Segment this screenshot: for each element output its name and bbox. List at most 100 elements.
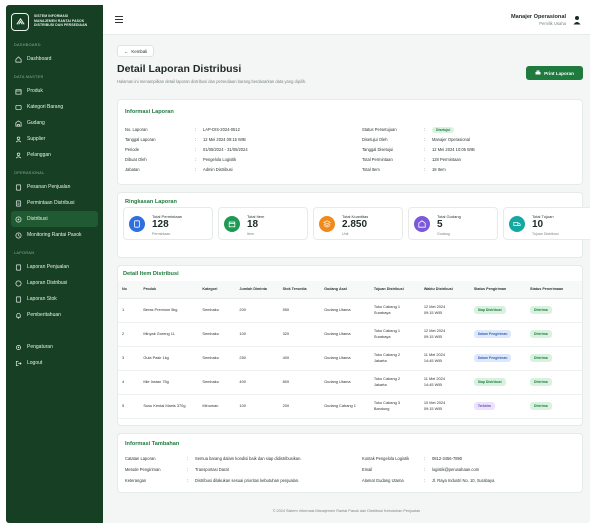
stat-value: 18	[247, 219, 259, 230]
sidebar-item-laporan-penjualan[interactable]: Laporan Penjualan	[11, 259, 98, 275]
separator: :	[424, 478, 426, 483]
detail-key: Status Persetujuan	[362, 127, 397, 132]
tag-icon	[15, 104, 22, 110]
waktu-line: 09:15 WIB	[423, 406, 443, 411]
cell-gudang: Gudang Utama	[320, 298, 370, 323]
detail-value: 12 Mei 2024 09:15 WIB	[203, 137, 246, 142]
detail-key: Email	[362, 467, 373, 472]
cell-status-kirim: Terkirim	[469, 394, 527, 419]
cell-gudang: Gudang Utama	[320, 370, 370, 395]
cell-waktu: 10 Mei 2024 09:15 WIB	[419, 394, 470, 419]
status-badge: Diterima	[530, 402, 552, 410]
sidebar-item-laporan-stok[interactable]: Laporan Stok	[11, 291, 98, 307]
tujuan-line: Surabaya	[373, 310, 391, 315]
sidebar-item-monitoring[interactable]: Monitoring Rantai Pasok	[11, 227, 98, 243]
sidebar-item-dashboard[interactable]: Dashboard	[11, 51, 98, 67]
column-header: Kategori	[198, 281, 236, 299]
detail-value: Manajer Operasional	[432, 137, 471, 142]
cell-tujuan: Toko Cabang 1 Surabaya	[369, 298, 420, 323]
table-row[interactable]: 4 Mie Instan 75g Sembako 400 800 Gudang …	[118, 370, 582, 395]
sidebar-item-label: Dashboard	[27, 56, 52, 62]
brand-text: SISTEM INFORMASI MANAJEMEN RANTAI PASOK …	[34, 11, 87, 28]
cell-status-terima: Diterima	[526, 346, 582, 371]
sidebar-item-supplier[interactable]: Supplier	[11, 131, 98, 147]
cart-icon	[15, 184, 22, 190]
table-row[interactable]: 1 Beras Premium 5kg Sembako 200 550 Guda…	[118, 298, 582, 323]
detail-row: Keterangan: Distribusi dilakukan sesuai p…	[125, 478, 299, 483]
table-row[interactable]: 5 Susu Kental Manis 370g Minuman 100 200…	[118, 394, 582, 419]
menu-icon[interactable]	[115, 16, 123, 23]
separator: :	[195, 157, 197, 162]
user-menu[interactable]: Manajer Operasional Pemilik Usaha	[511, 14, 582, 26]
logo-icon	[11, 13, 29, 31]
page-title: Detail Laporan Distribusi	[117, 63, 242, 75]
column-header: Jumlah Diminta	[235, 281, 279, 299]
section-title: DATA MASTER	[14, 75, 44, 79]
section-title: LAPORAN	[14, 251, 35, 255]
separator: :	[195, 147, 197, 152]
separator: :	[195, 127, 197, 132]
detail-row: Email: logistik@perusahaan.com	[362, 467, 479, 472]
stat-unit: Tujuan Distribusi	[532, 232, 559, 236]
separator: :	[424, 137, 426, 142]
status-badge: Diterima	[530, 306, 552, 314]
users-icon	[15, 136, 22, 142]
cell-stok: 800	[278, 370, 321, 395]
stat-card: Total Kuantitas 2.850 Unit	[313, 207, 403, 240]
sidebar-item-logout[interactable]: Logout	[11, 355, 98, 371]
user-name: Manajer Operasional	[510, 13, 566, 20]
printer-icon	[535, 70, 541, 75]
sidebar-item-laporan-distribusi[interactable]: Laporan Distribusi	[11, 275, 98, 291]
detail-row: No. Laporan: LAP-DIS-2024-0512	[125, 127, 240, 132]
detail-row: Tanggal Disetujui: 12 Mei 2024 10:05 WIB	[362, 147, 475, 152]
cell-status-terima: Diterima	[526, 394, 582, 419]
sidebar-item-label: Logout	[27, 360, 43, 366]
sidebar-item-kategori[interactable]: Kategori Barang	[11, 99, 98, 115]
separator: :	[424, 456, 426, 461]
user-icon	[15, 152, 22, 158]
detail-value: logistik@perusahaan.com	[432, 467, 480, 472]
sidebar-item-pesanan[interactable]: Pesanan Penjualan	[11, 179, 98, 195]
cell-no: 5	[118, 394, 140, 419]
warehouse-icon	[414, 216, 430, 232]
cell-stok: 400	[278, 346, 321, 371]
table-row[interactable]: 3 Gula Pasir 1kg Sembako 250 400 Gudang …	[118, 346, 582, 371]
column-header: Tujuan Distribusi	[369, 281, 420, 299]
sidebar-item-permintaan[interactable]: Permintaan Distribusi	[11, 195, 98, 211]
detail-row: Total Permintaan: 128 Permintaan	[362, 157, 461, 162]
cell-tujuan: Toko Cabang 1 Surabaya	[369, 322, 420, 347]
print-label: Print Laporan	[544, 70, 574, 76]
back-button[interactable]: ← Kembali	[117, 45, 155, 57]
sidebar-item-produk[interactable]: Produk	[11, 83, 98, 99]
sidebar-item-label: Pelanggan	[27, 152, 51, 158]
layers-icon	[319, 216, 335, 232]
report-icon	[15, 280, 22, 286]
sidebar-item-gudang[interactable]: Gudang	[11, 115, 98, 131]
table-row[interactable]: 2 Minyak Goreng 1L Sembako 100 320 Gudan…	[118, 322, 582, 347]
stat-card: Total Tujuan 10 Tujuan Distribusi	[503, 207, 590, 240]
sidebar-item-label: Monitoring Rantai Pasok	[27, 232, 82, 238]
stat-unit: Item	[247, 232, 254, 236]
sidebar-item-pelanggan[interactable]: Pelanggan	[11, 147, 98, 163]
cell-gudang: Gudang Utama	[320, 322, 370, 347]
column-header: Status Pengiriman	[469, 281, 527, 299]
cell-stok: 550	[278, 298, 321, 323]
extra-title: Informasi Tambahan	[125, 441, 180, 447]
detail-key: Disetujui Oleh	[362, 137, 388, 142]
detail-value: 0812-3456-7890	[432, 456, 463, 461]
status-badge: Diterima	[530, 330, 552, 338]
detail-value: 01/05/2024 - 31/05/2024	[203, 147, 248, 152]
sidebar-item-pengaturan[interactable]: Pengaturan	[11, 339, 98, 355]
sidebar-item-pemberitahuan[interactable]: Pemberitahuan	[11, 307, 98, 323]
column-header: Produk	[139, 281, 199, 299]
detail-key: Tanggal Disetujui	[362, 147, 394, 152]
detail-row: Tanggal Laporan: 12 Mei 2024 09:15 WIB	[125, 137, 246, 142]
sidebar-item-label: Kategori Barang	[27, 104, 64, 110]
waktu-line: 09:15 WIB	[423, 310, 443, 315]
section-title: DASHBOARD	[14, 43, 41, 47]
stat-card: Total Gudang 5 Gudang	[408, 207, 498, 240]
print-button[interactable]: Print Laporan	[526, 66, 583, 80]
cell-diminta: 250	[235, 346, 279, 371]
sidebar-item-distribusi[interactable]: Distribusi	[11, 211, 98, 227]
page-subtitle: Halaman ini menampilkan detail laporan d…	[117, 79, 307, 84]
